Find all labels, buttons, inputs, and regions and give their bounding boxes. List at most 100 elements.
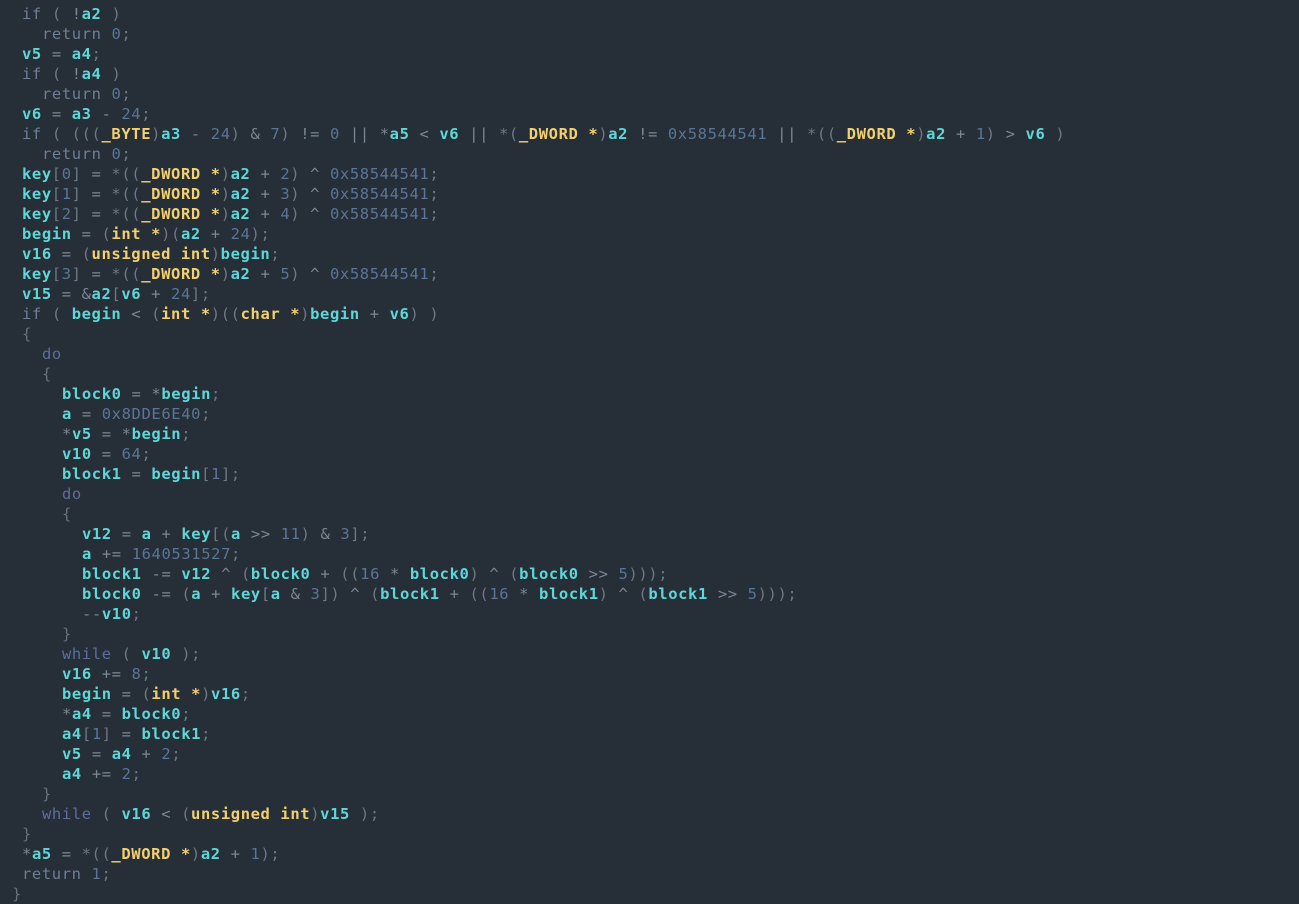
code-line[interactable]: block0 -= (a + key[a & 3]) ^ (block1 + (… bbox=[0, 584, 1299, 604]
code-line[interactable]: block0 = *begin; bbox=[0, 384, 1299, 404]
token-num: 1 bbox=[975, 125, 986, 143]
code-line[interactable]: if ( !a2 ) bbox=[0, 4, 1299, 24]
token-op: ! bbox=[71, 5, 82, 23]
token-op bbox=[281, 585, 291, 603]
token-pun: ; bbox=[429, 265, 440, 283]
code-line[interactable]: return 0; bbox=[0, 144, 1299, 164]
token-pun: ; bbox=[121, 25, 132, 43]
code-line[interactable]: return 0; bbox=[0, 24, 1299, 44]
token-op bbox=[201, 585, 211, 603]
token-op bbox=[270, 265, 280, 283]
code-line[interactable]: block1 -= v12 ^ (block0 + ((16 * block0)… bbox=[0, 564, 1299, 584]
token-op bbox=[241, 845, 251, 863]
code-line[interactable]: --v10; bbox=[0, 604, 1299, 624]
code-line[interactable]: { bbox=[0, 504, 1299, 524]
token-op bbox=[290, 125, 300, 143]
token-var: a5 bbox=[389, 125, 410, 143]
code-line[interactable]: *a4 = block0; bbox=[0, 704, 1299, 724]
token-op: += bbox=[91, 765, 112, 783]
token-var: a bbox=[231, 525, 241, 543]
code-line[interactable]: block1 = begin[1]; bbox=[0, 464, 1299, 484]
token-var: a3 bbox=[161, 125, 181, 143]
token-num: 7 bbox=[270, 125, 281, 143]
code-line[interactable]: } bbox=[0, 784, 1299, 804]
token-op bbox=[102, 65, 112, 83]
token-pun: *(( bbox=[111, 265, 142, 283]
token-pun: ) bbox=[290, 185, 301, 203]
token-op bbox=[270, 205, 280, 223]
token-kw: return bbox=[42, 145, 102, 163]
code-line[interactable]: begin = (int *)(a2 + 24); bbox=[0, 224, 1299, 244]
token-op: || bbox=[469, 125, 490, 143]
token-var: key bbox=[231, 585, 261, 603]
token-pun: ) bbox=[220, 265, 231, 283]
code-line[interactable]: *v5 = *begin; bbox=[0, 424, 1299, 444]
token-pun: ) bbox=[280, 125, 291, 143]
code-line[interactable]: a4[1] = block1; bbox=[0, 724, 1299, 744]
token-pun: ] bbox=[71, 265, 82, 283]
code-line[interactable]: key[3] = *((_DWORD *)a2 + 5) ^ 0x5854454… bbox=[0, 264, 1299, 284]
code-line[interactable]: a += 1640531527; bbox=[0, 544, 1299, 564]
code-line[interactable]: if ( (((_BYTE)a3 - 24) & 7) != 0 || *a5 … bbox=[0, 124, 1299, 144]
code-line[interactable]: while ( v16 < (unsigned int)v15 ); bbox=[0, 804, 1299, 824]
token-op: + bbox=[260, 185, 271, 203]
token-num: 0x58544541 bbox=[330, 205, 430, 223]
code-line[interactable]: } bbox=[0, 624, 1299, 644]
code-line[interactable]: key[2] = *((_DWORD *)a2 + 4) ^ 0x5854454… bbox=[0, 204, 1299, 224]
code-line[interactable]: v10 = 64; bbox=[0, 444, 1299, 464]
code-line[interactable]: } bbox=[0, 824, 1299, 844]
token-op: + bbox=[151, 285, 162, 303]
token-op bbox=[380, 565, 390, 583]
code-line[interactable]: if ( begin < (int *)((char *)begin + v6)… bbox=[0, 304, 1299, 324]
token-pun: ) bbox=[220, 205, 231, 223]
token-pun: ) bbox=[220, 165, 231, 183]
code-line[interactable]: return 0; bbox=[0, 84, 1299, 104]
code-line[interactable]: v6 = a3 - 24; bbox=[0, 104, 1299, 124]
token-var: a5 bbox=[31, 845, 52, 863]
token-num: 2 bbox=[280, 165, 291, 183]
code-line[interactable]: v16 = (unsigned int)begin; bbox=[0, 244, 1299, 264]
token-type: unsigned int bbox=[91, 245, 211, 263]
code-line[interactable]: v5 = a4 + 2; bbox=[0, 744, 1299, 764]
token-pun: ; bbox=[270, 845, 281, 863]
token-op: = bbox=[91, 205, 102, 223]
token-op: = bbox=[101, 445, 112, 463]
token-op bbox=[122, 545, 132, 563]
code-line[interactable]: v5 = a4; bbox=[0, 44, 1299, 64]
code-line[interactable]: v15 = &a2[v6 + 24]; bbox=[0, 284, 1299, 304]
token-pun: ; bbox=[429, 185, 440, 203]
code-line[interactable]: v12 = a + key[(a >> 11) & 3]; bbox=[0, 524, 1299, 544]
token-op: + bbox=[210, 225, 221, 243]
token-op: + bbox=[260, 205, 271, 223]
code-line[interactable]: do bbox=[0, 484, 1299, 504]
token-brace: } bbox=[62, 625, 72, 643]
token-op bbox=[101, 205, 111, 223]
token-var: v5 bbox=[71, 425, 92, 443]
token-num: 1 bbox=[91, 725, 102, 743]
code-line[interactable]: a4 += 2; bbox=[0, 764, 1299, 784]
token-op bbox=[260, 125, 270, 143]
code-line[interactable]: *a5 = *((_DWORD *)a2 + 1); bbox=[0, 844, 1299, 864]
token-flow: while bbox=[42, 805, 92, 823]
pseudocode-view[interactable]: if ( !a2 ) return 0; v5 = a4; if ( !a4 ) ret… bbox=[0, 0, 1299, 903]
code-line[interactable]: key[1] = *((_DWORD *)a2 + 3) ^ 0x5854454… bbox=[0, 184, 1299, 204]
token-op bbox=[320, 265, 330, 283]
code-line[interactable]: do bbox=[0, 344, 1299, 364]
code-line[interactable]: key[0] = *((_DWORD *)a2 + 2) ^ 0x5854454… bbox=[0, 164, 1299, 184]
code-line[interactable]: a = 0x8DDE6E40; bbox=[0, 404, 1299, 424]
code-line[interactable]: while ( v10 ); bbox=[0, 644, 1299, 664]
token-pun: ) bbox=[230, 125, 241, 143]
code-line[interactable]: return 1; bbox=[0, 864, 1299, 884]
code-line[interactable]: v16 += 8; bbox=[0, 664, 1299, 684]
code-line[interactable]: begin = (int *)v16; bbox=[0, 684, 1299, 704]
token-op bbox=[171, 525, 181, 543]
token-num: 5 bbox=[747, 585, 758, 603]
token-pun: *(( bbox=[806, 125, 837, 143]
code-line[interactable]: { bbox=[0, 324, 1299, 344]
code-line[interactable]: } bbox=[0, 884, 1299, 904]
code-line[interactable]: { bbox=[0, 364, 1299, 384]
token-pun: ))); bbox=[757, 585, 798, 603]
code-line[interactable]: if ( !a4 ) bbox=[0, 64, 1299, 84]
token-pun: [ bbox=[201, 465, 212, 483]
token-op: * bbox=[121, 425, 132, 443]
